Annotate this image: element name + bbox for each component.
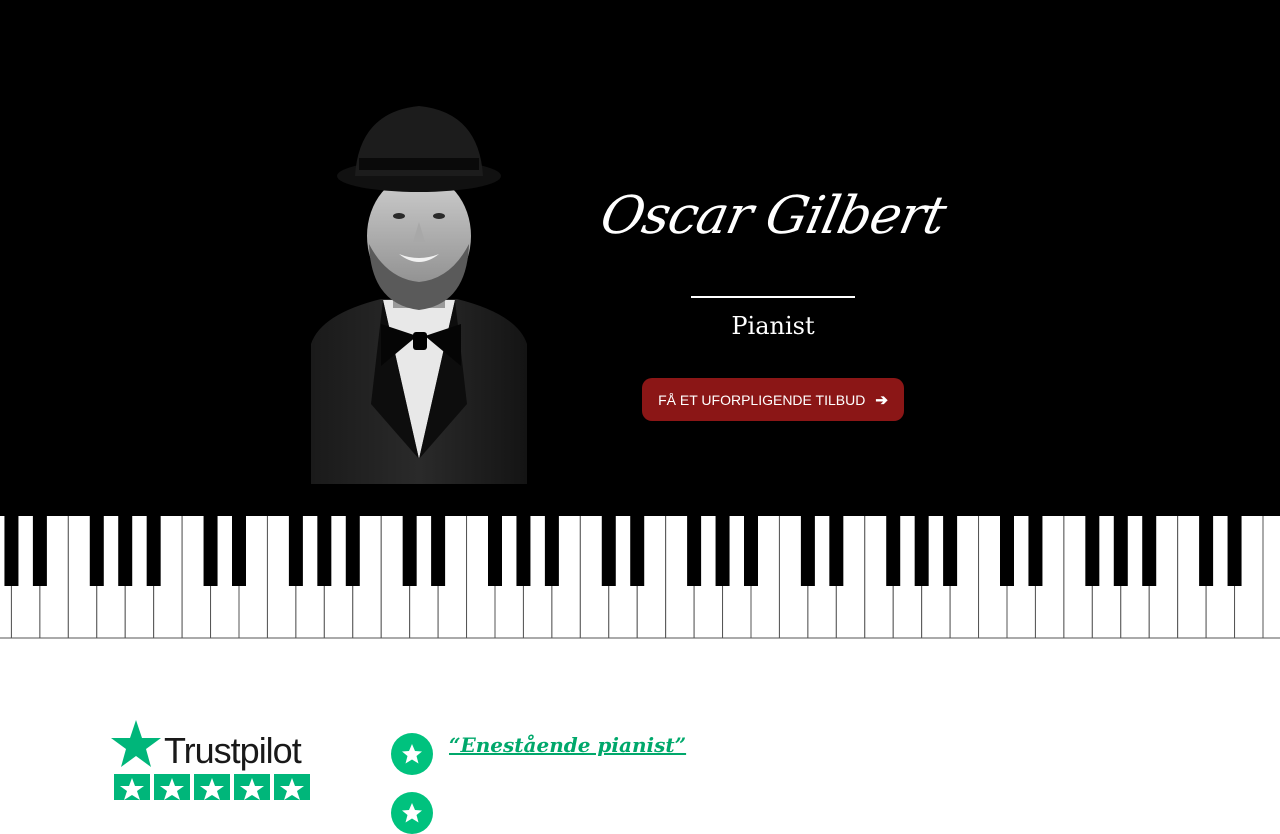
piano-black-key <box>1085 515 1100 586</box>
star-icon <box>391 733 433 775</box>
piano-black-key <box>288 515 303 586</box>
star-icon <box>391 792 433 834</box>
piano-black-key <box>203 515 218 586</box>
piano-white-key <box>1262 515 1280 639</box>
piano-top-edge <box>0 515 1280 516</box>
piano-black-key <box>32 515 47 586</box>
artist-role: Pianist <box>731 312 815 340</box>
piano-black-key <box>317 515 332 586</box>
piano-black-key <box>715 515 730 586</box>
rating-star-icon <box>274 774 310 800</box>
arrow-right-icon: ➔ <box>875 391 888 409</box>
piano-black-key <box>4 515 19 586</box>
piano-black-key <box>89 515 104 586</box>
review-quote-link[interactable]: “Enestående pianist” <box>449 733 686 757</box>
piano-keyboard <box>0 515 1280 639</box>
piano-black-key <box>345 515 360 586</box>
piano-black-key <box>1113 515 1128 586</box>
piano-black-key <box>630 515 645 586</box>
rating-star-icon <box>194 774 230 800</box>
piano-black-key <box>800 515 815 586</box>
trustpilot-star-icon <box>111 720 161 767</box>
rating-star-icon <box>154 774 190 800</box>
artist-name: Oscar Gilbert <box>595 186 951 246</box>
piano-black-key <box>829 515 844 586</box>
piano-black-key <box>1028 515 1043 586</box>
piano-black-key <box>886 515 901 586</box>
review-item <box>391 792 449 834</box>
piano-black-key <box>232 515 246 586</box>
piano-black-key <box>1000 515 1014 586</box>
piano-black-key <box>488 515 502 586</box>
piano-black-key <box>687 515 702 586</box>
portrait-image <box>311 104 527 484</box>
piano-black-key <box>943 515 958 586</box>
piano-black-key <box>1199 515 1214 586</box>
rating-star-icon <box>114 774 150 800</box>
piano-black-key <box>544 515 559 586</box>
piano-black-key <box>914 515 929 586</box>
piano-black-key <box>1142 515 1157 586</box>
hero-section: Oscar Gilbert Pianist FÅ ET UFORPLIGENDE… <box>0 0 1280 516</box>
piano-black-key <box>1227 515 1242 586</box>
rating-star-icon <box>234 774 270 800</box>
trustpilot-wordmark: Trustpilot <box>164 730 302 771</box>
review-item: “Enestående pianist” <box>391 733 686 775</box>
piano-black-key <box>744 515 758 586</box>
piano-black-key <box>118 515 133 586</box>
piano-black-key <box>146 515 161 586</box>
piano-black-key <box>516 515 531 586</box>
piano-black-key <box>601 515 616 586</box>
trustpilot-rating <box>114 774 310 800</box>
get-quote-button[interactable]: FÅ ET UFORPLIGENDE TILBUD ➔ <box>642 378 904 421</box>
name-divider <box>691 296 855 298</box>
trustpilot-logo[interactable]: Trustpilot <box>110 718 312 800</box>
piano-black-key <box>402 515 417 586</box>
get-quote-label: FÅ ET UFORPLIGENDE TILBUD <box>658 391 866 408</box>
piano-black-key <box>431 515 446 586</box>
